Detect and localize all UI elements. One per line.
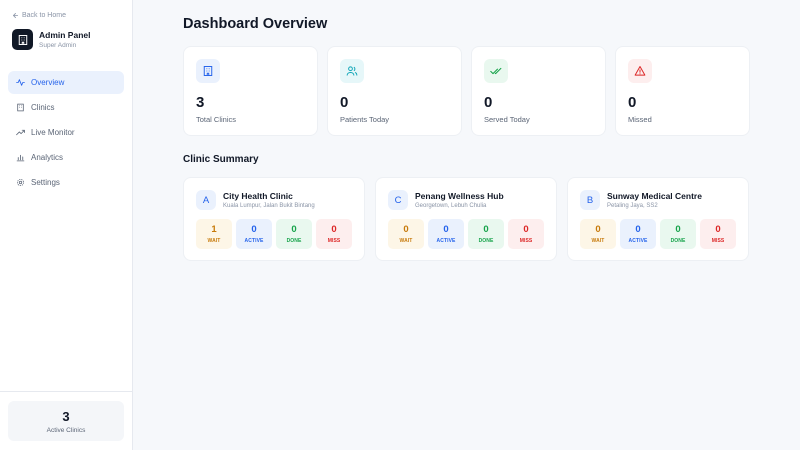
bar-chart-icon: [16, 154, 25, 162]
metric-active: 0 ACTIVE: [620, 219, 656, 249]
metric-active-value: 0: [443, 224, 449, 235]
trending-up-icon: [16, 129, 25, 136]
metric-miss-value: 0: [331, 224, 337, 235]
metric-wait: 0 WAIT: [580, 219, 616, 249]
stat-label: Missed: [628, 115, 652, 124]
stat-label: Served Today: [484, 115, 530, 124]
clinic-metrics: 1 WAIT 0 ACTIVE 0 DONE 0 MISS: [196, 219, 352, 249]
stat-value: 0: [628, 94, 637, 111]
metric-miss: 0 MISS: [316, 219, 352, 249]
metric-wait-value: 0: [403, 224, 409, 235]
metric-wait: 0 WAIT: [388, 219, 424, 249]
brand-subtitle: Super Admin: [39, 41, 77, 49]
metric-active: 0 ACTIVE: [236, 219, 272, 249]
stat-card-total-clinics: 3 Total Clinics: [183, 46, 318, 136]
stat-label: Total Clinics: [196, 115, 237, 124]
metric-done-value: 0: [675, 224, 681, 235]
sidebar: Back to Home Admin Panel Super Admin Ove…: [0, 0, 133, 450]
clinic-avatar: A: [196, 190, 216, 210]
page-title: Dashboard Overview: [183, 16, 328, 32]
stat-value: 0: [484, 94, 493, 111]
stat-value: 3: [196, 94, 205, 111]
main-content: Dashboard Overview 3 Total Clinics 0 Pat…: [133, 0, 800, 450]
metric-done-value: 0: [291, 224, 297, 235]
building-logo-icon: [12, 29, 33, 50]
metric-done: 0 DONE: [660, 219, 696, 249]
sidebar-nav: Overview Clinics Live Monitor Analytics …: [8, 71, 124, 196]
metric-wait-label: WAIT: [207, 238, 221, 244]
metric-miss-label: MISS: [711, 238, 725, 244]
stat-label: Patients Today: [340, 115, 390, 124]
brand: Admin Panel Super Admin: [12, 29, 90, 50]
metric-active-label: ACTIVE: [436, 238, 456, 244]
clinic-metrics: 0 WAIT 0 ACTIVE 0 DONE 0 MISS: [580, 219, 736, 249]
sidebar-item-settings[interactable]: Settings: [8, 171, 124, 194]
metric-done-label: DONE: [670, 238, 686, 244]
sidebar-footer: 3 Active Clinics: [0, 391, 133, 450]
metric-miss-value: 0: [523, 224, 529, 235]
active-clinics-label: Active Clinics: [46, 427, 86, 434]
clinic-card[interactable]: B Sunway Medical Centre Petaling Jaya, S…: [567, 177, 749, 261]
clinic-metrics: 0 WAIT 0 ACTIVE 0 DONE 0 MISS: [388, 219, 544, 249]
sidebar-item-label: Analytics: [31, 153, 64, 162]
metric-done-value: 0: [483, 224, 489, 235]
active-clinics-card: 3 Active Clinics: [8, 401, 124, 441]
metric-active-label: ACTIVE: [244, 238, 264, 244]
metric-done: 0 DONE: [276, 219, 312, 249]
clinic-name: Sunway Medical Centre: [607, 191, 702, 201]
brand-title: Admin Panel: [39, 29, 91, 40]
activity-icon: [16, 79, 25, 86]
metric-miss-value: 0: [715, 224, 721, 235]
metric-done: 0 DONE: [468, 219, 504, 249]
clinic-summary-title: Clinic Summary: [183, 154, 259, 165]
metric-wait-label: WAIT: [399, 238, 413, 244]
building-icon: [17, 103, 24, 112]
stat-card-served-today: 0 Served Today: [471, 46, 606, 136]
sidebar-item-live-monitor[interactable]: Live Monitor: [8, 121, 124, 144]
stat-value: 0: [340, 94, 349, 111]
metric-active: 0 ACTIVE: [428, 219, 464, 249]
clinic-avatar: B: [580, 190, 600, 210]
sidebar-item-label: Live Monitor: [31, 128, 75, 137]
alert-triangle-icon: [628, 59, 652, 83]
stat-card-patients-today: 0 Patients Today: [327, 46, 462, 136]
users-icon: [340, 59, 364, 83]
building-icon: [196, 59, 220, 83]
stat-card-missed: 0 Missed: [615, 46, 750, 136]
arrow-left-icon: [12, 12, 19, 19]
clinic-location: Petaling Jaya, SS2: [607, 203, 658, 209]
metric-done-label: DONE: [286, 238, 302, 244]
clinic-location: Georgetown, Lebuh Chulia: [415, 203, 487, 209]
sidebar-item-label: Clinics: [31, 103, 55, 112]
metric-active-value: 0: [635, 224, 641, 235]
metric-wait-value: 1: [211, 224, 217, 235]
metric-miss: 0 MISS: [508, 219, 544, 249]
metric-active-value: 0: [251, 224, 257, 235]
clinic-card[interactable]: A City Health Clinic Kuala Lumpur, Jalan…: [183, 177, 365, 261]
metric-miss-label: MISS: [519, 238, 533, 244]
double-check-icon: [484, 59, 508, 83]
clinic-name: Penang Wellness Hub: [415, 191, 504, 201]
clinic-card[interactable]: C Penang Wellness Hub Georgetown, Lebuh …: [375, 177, 557, 261]
clinic-location: Kuala Lumpur, Jalan Bukit Bintang: [223, 203, 315, 209]
clinic-avatar: C: [388, 190, 408, 210]
active-clinics-count: 3: [62, 409, 70, 424]
back-to-home-label: Back to Home: [22, 12, 66, 19]
clinic-name: City Health Clinic: [223, 191, 293, 201]
metric-miss: 0 MISS: [700, 219, 736, 249]
sidebar-item-label: Settings: [31, 178, 60, 187]
metric-wait-label: WAIT: [591, 238, 605, 244]
gear-icon: [17, 179, 24, 186]
metric-miss-label: MISS: [327, 238, 341, 244]
metric-active-label: ACTIVE: [628, 238, 648, 244]
sidebar-item-analytics[interactable]: Analytics: [8, 146, 124, 169]
sidebar-item-label: Overview: [31, 78, 65, 87]
sidebar-item-overview[interactable]: Overview: [8, 71, 124, 94]
metric-wait: 1 WAIT: [196, 219, 232, 249]
metric-done-label: DONE: [478, 238, 494, 244]
metric-wait-value: 0: [595, 224, 601, 235]
sidebar-item-clinics[interactable]: Clinics: [8, 96, 124, 119]
back-to-home-link[interactable]: Back to Home: [12, 12, 66, 19]
